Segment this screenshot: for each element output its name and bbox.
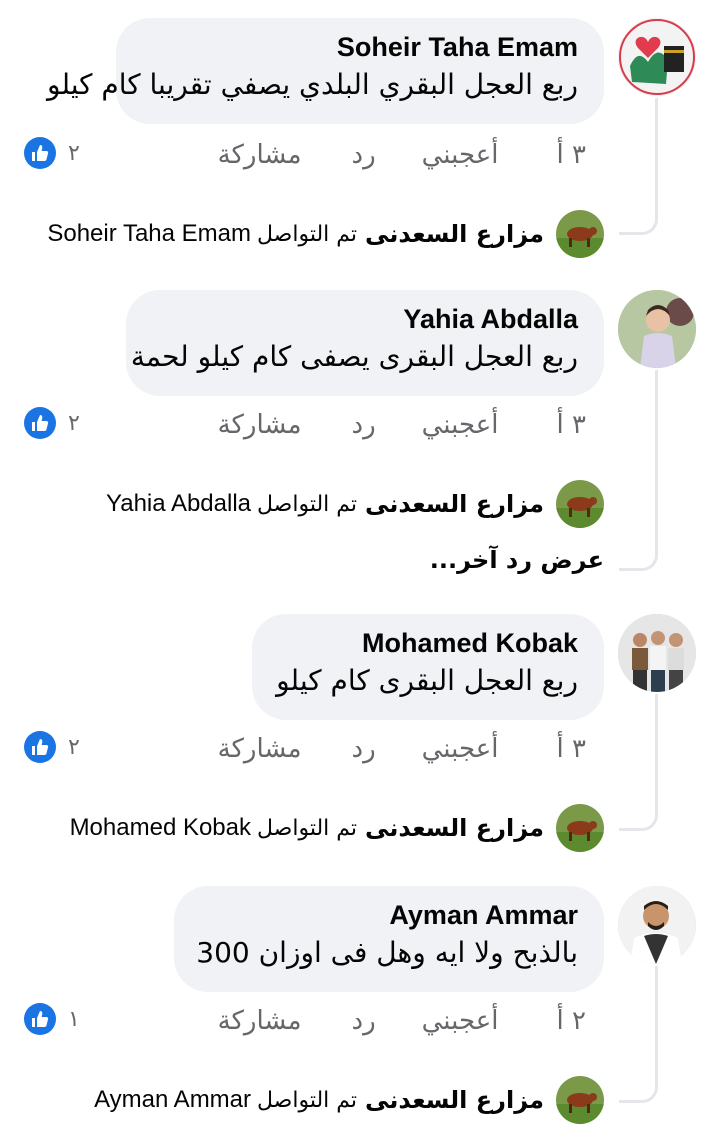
reply-mention[interactable]: Soheir Taha Emam: [47, 220, 251, 247]
reply-message: تم التواصل: [257, 1088, 358, 1113]
like-button[interactable]: أعجبني: [422, 140, 499, 170]
comment-time[interactable]: ٣ أ: [557, 410, 586, 440]
share-button[interactable]: مشاركة: [218, 140, 302, 170]
reply-mention[interactable]: Yahia Abdalla: [106, 490, 251, 517]
reply-button[interactable]: رد: [352, 140, 376, 170]
reply-text: تم التواصلAyman Ammar: [94, 1086, 357, 1114]
like-count-value: ١: [68, 1006, 80, 1032]
share-button[interactable]: مشاركة: [218, 734, 302, 764]
thread-line: [619, 370, 658, 571]
reply-button[interactable]: رد: [352, 734, 376, 764]
comment-bubble: Yahia Abdalla ربع العجل البقرى يصفى كام …: [126, 290, 604, 396]
reply-button[interactable]: رد: [352, 1006, 376, 1036]
reply-avatar[interactable]: [556, 804, 604, 852]
reply-avatar[interactable]: [556, 480, 604, 528]
like-count[interactable]: ٢: [24, 406, 80, 440]
avatar[interactable]: [618, 290, 696, 368]
comment-actions: ٣ أ أعجبني رد مشاركة: [172, 410, 586, 440]
avatar[interactable]: [618, 18, 696, 96]
reply-mention[interactable]: Ayman Ammar: [94, 1086, 251, 1113]
comment-text: ربع العجل البقرى كام كيلو: [276, 664, 578, 697]
share-button[interactable]: مشاركة: [218, 1006, 302, 1036]
like-icon: [24, 137, 56, 169]
reply-row: مزارع السعدنى تم التواصلSoheir Taha Emam: [47, 210, 604, 258]
like-button[interactable]: أعجبني: [422, 1006, 499, 1036]
reply-text: تم التواصلMohamed Kobak: [70, 814, 357, 842]
comment-time[interactable]: ٣ أ: [557, 140, 586, 170]
like-count-value: ٢: [68, 140, 80, 166]
like-icon: [24, 731, 56, 763]
thread-line: [619, 966, 658, 1103]
reply-text: تم التواصلSoheir Taha Emam: [47, 220, 357, 248]
reply-row: مزارع السعدنى تم التواصلYahia Abdalla: [106, 480, 604, 528]
reply-author[interactable]: مزارع السعدنى: [365, 490, 544, 518]
view-more-replies-link[interactable]: عرض رد آخر...: [430, 546, 604, 574]
comment-bubble: Ayman Ammar بالذبح ولا ايه وهل فى اوزان …: [174, 886, 604, 992]
like-button[interactable]: أعجبني: [422, 410, 499, 440]
reply-text: تم التواصلYahia Abdalla: [106, 490, 357, 518]
comment-text: ربع العجل البقري البلدي يصفي تقريبا كام …: [46, 68, 578, 101]
comment-actions: ٢ أ أعجبني رد مشاركة: [172, 1006, 586, 1036]
comment-author[interactable]: Ayman Ammar: [200, 898, 578, 932]
reply-message: تم التواصل: [257, 222, 358, 247]
comment-author[interactable]: Mohamed Kobak: [278, 626, 578, 660]
comment-author[interactable]: Yahia Abdalla: [152, 302, 578, 336]
comment-time[interactable]: ٢ أ: [557, 1006, 586, 1036]
reply-row: مزارع السعدنى تم التواصلAyman Ammar: [94, 1076, 604, 1124]
comment-actions: ٣ أ أعجبني رد مشاركة: [172, 734, 586, 764]
reply-message: تم التواصل: [257, 492, 358, 517]
comment-author[interactable]: Soheir Taha Emam: [142, 30, 578, 64]
reply-button[interactable]: رد: [352, 410, 376, 440]
like-count-value: ٢: [68, 734, 80, 760]
reply-author[interactable]: مزارع السعدنى: [365, 220, 544, 248]
like-count[interactable]: ٢: [24, 730, 80, 764]
like-icon: [24, 1003, 56, 1035]
reply-avatar[interactable]: [556, 210, 604, 258]
like-count-value: ٢: [68, 410, 80, 436]
reply-row: مزارع السعدنى تم التواصلMohamed Kobak: [70, 804, 604, 852]
like-button[interactable]: أعجبني: [422, 734, 499, 764]
reply-mention[interactable]: Mohamed Kobak: [70, 814, 251, 841]
reply-message: تم التواصل: [257, 816, 358, 841]
avatar[interactable]: [618, 886, 696, 964]
comment-bubble: Mohamed Kobak ربع العجل البقرى كام كيلو: [252, 614, 604, 720]
comment-time[interactable]: ٣ أ: [557, 734, 586, 764]
comment-bubble: Soheir Taha Emam ربع العجل البقري البلدي…: [46, 18, 604, 124]
like-count[interactable]: ٢: [24, 136, 80, 170]
comment-actions: ٣ أ أعجبني رد مشاركة: [172, 140, 586, 170]
like-icon: [24, 407, 56, 439]
reply-avatar[interactable]: [556, 1076, 604, 1124]
avatar[interactable]: [618, 614, 696, 692]
comment-text: بالذبح ولا ايه وهل فى اوزان 300: [196, 936, 578, 969]
thread-line: [619, 694, 658, 831]
thread-line: [619, 98, 658, 235]
reply-author[interactable]: مزارع السعدنى: [365, 814, 544, 842]
like-count[interactable]: ١: [24, 1002, 80, 1036]
reply-author[interactable]: مزارع السعدنى: [365, 1086, 544, 1114]
share-button[interactable]: مشاركة: [218, 410, 302, 440]
comment-text: ربع العجل البقرى يصفى كام كيلو لحمة: [130, 340, 578, 373]
